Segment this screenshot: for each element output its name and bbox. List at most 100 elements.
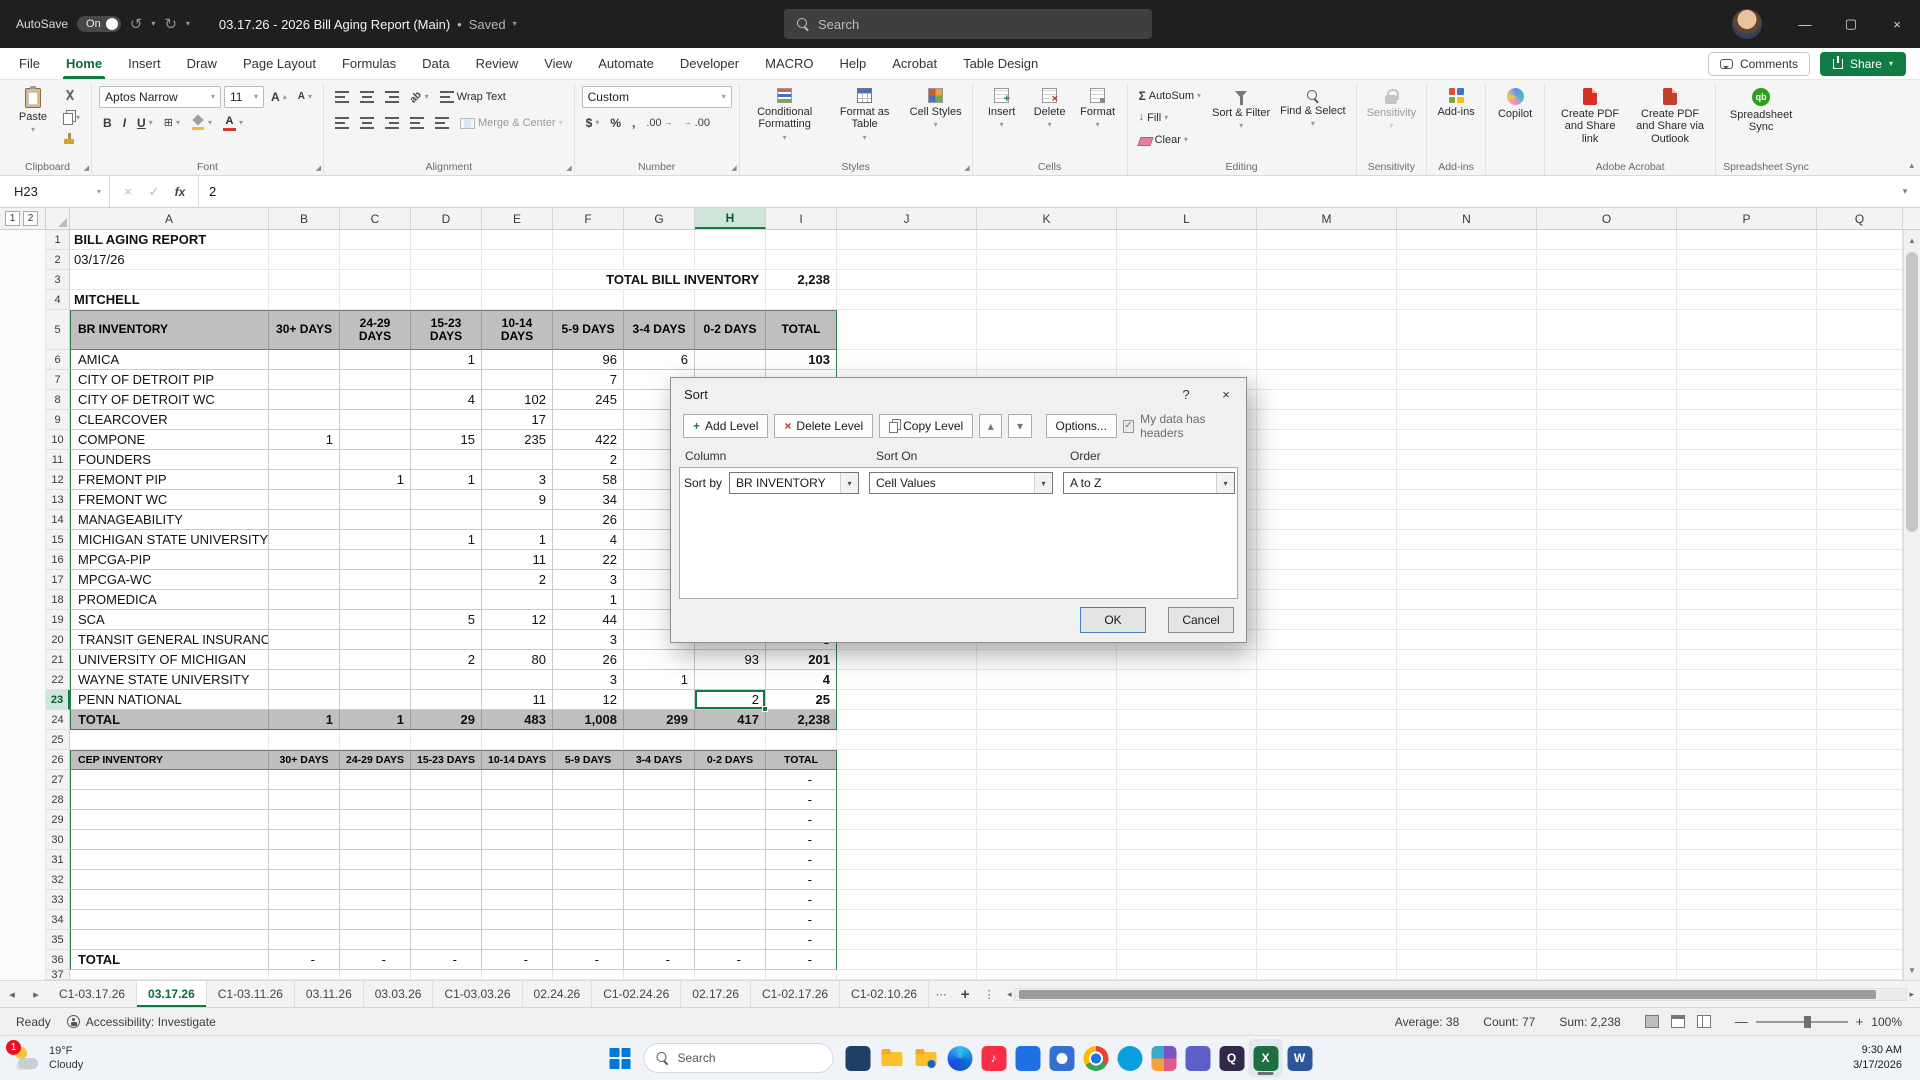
grid-cell[interactable] <box>695 230 766 250</box>
grid-cell[interactable]: 0-2 DAYS <box>695 310 766 350</box>
conditional-formatting-button[interactable]: Conditional Formatting▾ <box>747 85 823 142</box>
grid-cell[interactable]: TOTAL <box>766 310 837 350</box>
grid-cell[interactable] <box>1537 830 1677 850</box>
grid-cell[interactable] <box>695 850 766 870</box>
addins-button[interactable]: Add-ins <box>1434 85 1478 118</box>
scroll-up-icon[interactable]: ▲ <box>1904 232 1920 248</box>
grid-cell[interactable] <box>1257 370 1397 390</box>
music-icon[interactable]: ♪ <box>977 1039 1011 1077</box>
grid-cell[interactable]: FREMONT PIP <box>70 470 269 490</box>
grid-cell[interactable] <box>766 250 837 270</box>
grid-cell[interactable] <box>1537 490 1677 510</box>
grid-cell[interactable] <box>1677 230 1817 250</box>
grid-cell[interactable] <box>1537 910 1677 930</box>
cancel-icon[interactable]: × <box>116 180 140 204</box>
grid-cell[interactable] <box>1537 970 1677 980</box>
grid-cell[interactable]: 26 <box>553 650 624 670</box>
grid-cell[interactable] <box>624 650 695 670</box>
name-box[interactable]: H23▾ <box>0 176 110 207</box>
grid-cell[interactable] <box>837 830 977 850</box>
move-up-button[interactable]: ▴ <box>979 414 1002 438</box>
grid-cell[interactable] <box>977 850 1117 870</box>
formula-bar-expand-icon[interactable]: ▾ <box>1890 176 1920 207</box>
grid-cell[interactable] <box>1537 610 1677 630</box>
grid-cell[interactable] <box>1817 230 1903 250</box>
shrink-font-button[interactable]: A▾ <box>294 87 316 108</box>
grid-cell[interactable] <box>1677 850 1817 870</box>
grid-cell[interactable] <box>269 510 340 530</box>
grid-cell[interactable] <box>695 790 766 810</box>
grid-cell[interactable] <box>553 730 624 750</box>
grid-cell[interactable] <box>624 830 695 850</box>
cut-button[interactable] <box>59 85 84 106</box>
grid-cell[interactable] <box>1817 930 1903 950</box>
grid-cell[interactable] <box>1397 530 1537 550</box>
grid-cell[interactable] <box>411 250 482 270</box>
grid-cell[interactable] <box>340 350 411 370</box>
grid-cell[interactable] <box>977 730 1117 750</box>
grid-cell[interactable]: 1 <box>269 710 340 730</box>
grid-cell[interactable] <box>977 690 1117 710</box>
grid-cell[interactable] <box>340 730 411 750</box>
grid-cell[interactable] <box>1817 410 1903 430</box>
grid-cell[interactable] <box>695 890 766 910</box>
grid-cell[interactable] <box>1257 770 1397 790</box>
grid-cell[interactable] <box>269 690 340 710</box>
grid-cell[interactable]: 235 <box>482 430 553 450</box>
row-header-20[interactable]: 20 <box>46 630 70 650</box>
grid-cell[interactable]: 1 <box>482 530 553 550</box>
grid-cell[interactable] <box>1397 650 1537 670</box>
grid-cell[interactable] <box>553 230 624 250</box>
grid-cell[interactable] <box>1117 270 1257 290</box>
grid-cell[interactable] <box>1397 430 1537 450</box>
start-button[interactable] <box>610 1048 631 1069</box>
row-header-4[interactable]: 4 <box>46 290 70 310</box>
grid-cell[interactable] <box>977 830 1117 850</box>
zoom-level[interactable]: 100% <box>1871 1015 1902 1029</box>
grid-cell[interactable] <box>411 570 482 590</box>
ribbon-tab-page-layout[interactable]: Page Layout <box>230 48 329 79</box>
grid-cell[interactable]: 58 <box>553 470 624 490</box>
grid-cell[interactable]: 9 <box>482 490 553 510</box>
grid-cell[interactable] <box>340 890 411 910</box>
grid-cell[interactable] <box>1537 470 1677 490</box>
grid-cell[interactable] <box>1817 590 1903 610</box>
grid-cell[interactable] <box>837 670 977 690</box>
grid-cell[interactable] <box>1257 930 1397 950</box>
grid-cell[interactable] <box>695 830 766 850</box>
grid-cell[interactable] <box>411 910 482 930</box>
grid-cell[interactable] <box>269 970 340 980</box>
grid-cell[interactable] <box>837 690 977 710</box>
grid-cell[interactable]: - <box>766 790 837 810</box>
row-header-36[interactable]: 36 <box>46 950 70 970</box>
teams-icon[interactable] <box>1181 1039 1215 1077</box>
grid-cell[interactable] <box>1537 710 1677 730</box>
grid-cell[interactable] <box>624 250 695 270</box>
excel-icon[interactable]: X <box>1249 1039 1283 1077</box>
grid-cell[interactable]: 1 <box>624 670 695 690</box>
grid-cell[interactable] <box>1817 570 1903 590</box>
grid-cell[interactable] <box>977 750 1117 770</box>
formula-input[interactable]: 2 <box>199 176 1890 207</box>
my-data-has-headers-checkbox[interactable]: ✓My data has headers <box>1123 412 1234 440</box>
grid-cell[interactable] <box>70 850 269 870</box>
comma-style-button[interactable]: , <box>628 113 639 134</box>
grid-cell[interactable]: 422 <box>553 430 624 450</box>
grid-cell[interactable] <box>837 910 977 930</box>
grid-cell[interactable] <box>340 370 411 390</box>
taskbar-search[interactable]: Search <box>644 1043 834 1073</box>
grid-cell[interactable] <box>1817 970 1903 980</box>
grid-cell[interactable] <box>1537 230 1677 250</box>
grid-cell[interactable]: SCA <box>70 610 269 630</box>
grid-cell[interactable] <box>1537 290 1677 310</box>
dialog-close-button[interactable]: × <box>1206 378 1246 410</box>
grid-cell[interactable] <box>1257 650 1397 670</box>
grid-cell[interactable]: 5 <box>411 610 482 630</box>
cancel-button[interactable]: Cancel <box>1168 607 1234 633</box>
grid-cell[interactable] <box>553 870 624 890</box>
dialog-launcher-icon[interactable]: ◢ <box>566 165 571 172</box>
clear-button[interactable]: Clear▾ <box>1135 129 1205 150</box>
grid-cell[interactable] <box>269 570 340 590</box>
grid-cell[interactable] <box>340 670 411 690</box>
grid-cell[interactable] <box>269 290 340 310</box>
